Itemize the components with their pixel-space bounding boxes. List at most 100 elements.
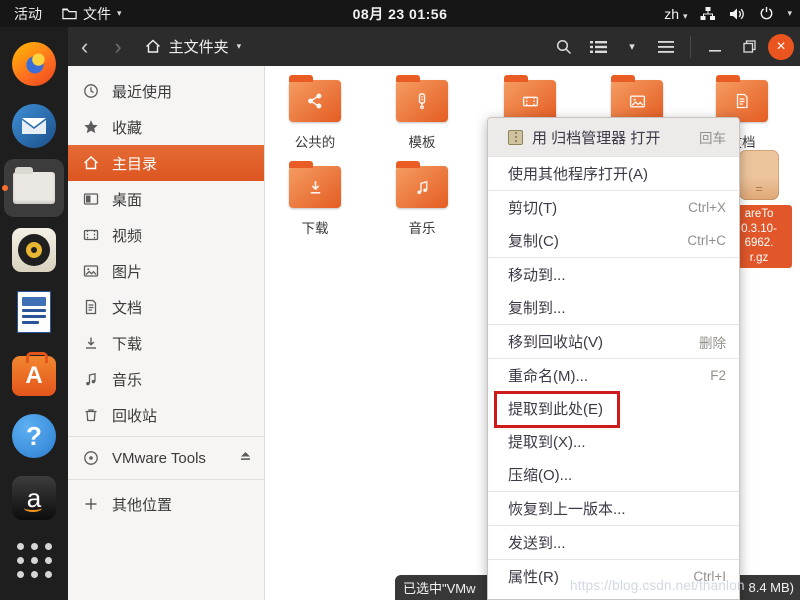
menu-item-cut[interactable]: 剪切(T) Ctrl+X [488, 191, 739, 224]
archive-manager-icon [508, 130, 523, 145]
sidebar-item-trash[interactable]: 回收站 [68, 397, 264, 433]
search-button[interactable] [549, 33, 579, 61]
document-emblem-icon [733, 92, 751, 110]
folder-icon [611, 80, 663, 122]
folder-templates[interactable]: 模板 [390, 74, 454, 151]
power-icon[interactable] [759, 6, 774, 21]
location-button[interactable]: 主文件夹 ▾ [135, 32, 252, 61]
window-menu-button[interactable] [651, 33, 681, 61]
back-button[interactable]: ‹ [68, 36, 101, 58]
folder-icon [289, 166, 341, 208]
annotation-highlight-box [494, 391, 620, 428]
sidebar-item-recent[interactable]: 最近使用 [68, 73, 264, 109]
divider [68, 479, 264, 480]
sidebar-item-vmware-tools[interactable]: VMware Tools [68, 440, 264, 476]
menu-item-open-with-archive-manager[interactable]: 用 归档管理器 打开 回车 [488, 118, 739, 156]
libreoffice-writer-icon [17, 291, 51, 333]
sidebar-item-desktop[interactable]: 桌面 [68, 181, 264, 217]
view-options-button[interactable]: ▾ [617, 33, 647, 61]
menu-item-copy[interactable]: 复制(C) Ctrl+C [488, 224, 739, 257]
network-icon[interactable] [700, 7, 716, 21]
disc-icon [83, 450, 99, 466]
video-emblem-icon [521, 92, 540, 111]
dock-item-thunderbird[interactable] [0, 95, 68, 157]
sidebar-item-videos[interactable]: 视频 [68, 217, 264, 253]
menu-item-compress[interactable]: 压缩(O)... [488, 458, 739, 491]
templates-emblem-icon [413, 92, 431, 110]
star-icon [83, 119, 99, 135]
restore-icon [743, 40, 756, 53]
music-icon [83, 371, 99, 387]
download-emblem-icon [306, 178, 325, 197]
minimize-button[interactable] [700, 33, 730, 61]
sidebar-item-downloads[interactable]: 下载 [68, 325, 264, 361]
restore-button[interactable] [734, 33, 764, 61]
sidebar-item-music[interactable]: 音乐 [68, 361, 264, 397]
folder-public[interactable]: 公共的 [283, 74, 347, 151]
folder-icon [396, 80, 448, 122]
recent-icon [83, 83, 99, 99]
selection-size-text: 8.4 MB) [748, 580, 794, 595]
sidebar-item-home[interactable]: 主目录 [68, 145, 264, 181]
trash-icon [83, 407, 99, 423]
dock-item-help[interactable]: ? [0, 405, 68, 467]
selection-status-text: 已选中"VMw [403, 578, 476, 597]
chevron-down-icon[interactable]: ▾ [787, 8, 792, 19]
sidebar-item-documents[interactable]: 文档 [68, 289, 264, 325]
window-header: ‹ › 主文件夹 ▾ ▾ [68, 27, 800, 66]
dock-item-amazon[interactable]: a [0, 467, 68, 529]
sidebar-item-pictures[interactable]: 图片 [68, 253, 264, 289]
share-emblem-icon [305, 91, 325, 111]
top-bar: 活动 文件 ▾ 08月 23 01:56 zh ▾ [0, 0, 800, 27]
menu-icon [658, 41, 674, 53]
eject-button[interactable] [239, 449, 252, 466]
folder-icon [716, 80, 768, 122]
sidebar-item-starred[interactable]: 收藏 [68, 109, 264, 145]
dock-item-libreoffice-writer[interactable] [0, 281, 68, 343]
view-toggle-button[interactable] [583, 33, 613, 61]
sidebar-item-other-locations[interactable]: 其他位置 [68, 486, 264, 522]
forward-button[interactable]: › [101, 36, 134, 58]
menu-item-revert-to-previous-version[interactable]: 恢复到上一版本... [488, 492, 739, 525]
desktop-icon [83, 191, 99, 207]
thunderbird-icon [12, 104, 56, 148]
home-icon [145, 39, 161, 54]
menu-item-rename[interactable]: 重命名(M)... F2 [488, 359, 739, 392]
keyboard-indicator[interactable]: zh ▾ [664, 6, 687, 22]
folder-icon [504, 80, 556, 122]
menu-item-send-to[interactable]: 发送到... [488, 526, 739, 559]
dock-item-files[interactable] [0, 157, 68, 219]
context-menu: 用 归档管理器 打开 回车 使用其他程序打开(A) 剪切(T) Ctrl+X 复… [487, 117, 740, 600]
folder-downloads[interactable]: 下载 [283, 160, 347, 237]
chevron-down-icon: ▾ [237, 41, 242, 52]
menu-item-move-to-trash[interactable]: 移到回收站(V) 删除 [488, 325, 739, 358]
menu-item-move-to[interactable]: 移动到... [488, 258, 739, 291]
dock-item-ubuntu-software[interactable]: A [0, 343, 68, 405]
music-emblem-icon [413, 178, 432, 197]
dock-item-rhythmbox[interactable] [0, 219, 68, 281]
minimize-icon [709, 41, 721, 53]
view-list-icon [590, 40, 607, 54]
menu-item-open-with-other[interactable]: 使用其他程序打开(A) [488, 157, 739, 190]
menu-item-copy-to[interactable]: 复制到... [488, 291, 739, 324]
dock: A ? a [0, 27, 68, 600]
folder-icon [289, 80, 341, 122]
search-icon [556, 39, 572, 55]
eject-icon [239, 449, 252, 462]
downloads-icon [83, 335, 99, 351]
menu-item-extract-to[interactable]: 提取到(X)... [488, 425, 739, 458]
folder-music[interactable]: 音乐 [390, 160, 454, 237]
dock-item-firefox[interactable] [0, 33, 68, 95]
documents-icon [83, 299, 99, 315]
volume-icon[interactable] [729, 7, 746, 21]
plus-icon [83, 496, 99, 512]
folder-icon [396, 166, 448, 208]
watermark-text: https://blog.csdn.net/thanlon [570, 578, 745, 593]
dock-item-app-grid[interactable] [0, 529, 68, 591]
pictures-icon [83, 263, 99, 279]
close-button[interactable]: × [768, 34, 794, 60]
divider [690, 36, 691, 58]
ubuntu-software-icon: A [12, 356, 56, 396]
app-grid-icon [17, 543, 52, 578]
desktop: 活动 文件 ▾ 08月 23 01:56 zh ▾ [0, 0, 800, 600]
